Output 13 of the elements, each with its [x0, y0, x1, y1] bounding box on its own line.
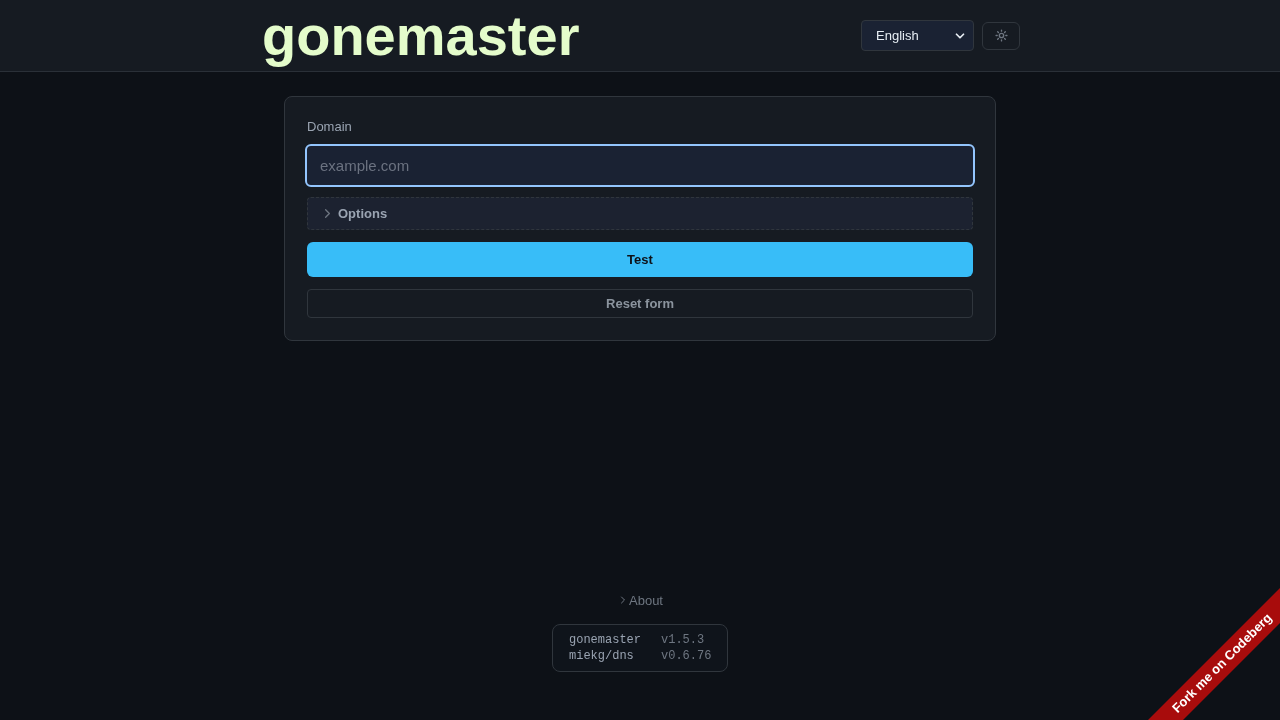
version-number: v0.6.76: [661, 648, 712, 664]
test-button[interactable]: Test: [307, 242, 973, 277]
about-toggle[interactable]: About: [617, 590, 663, 610]
sun-icon: [994, 29, 1008, 42]
version-number: v1.5.3: [661, 632, 706, 648]
domain-input[interactable]: example.com: [305, 144, 975, 187]
domain-label: Domain: [307, 119, 352, 135]
theme-toggle-button[interactable]: [982, 21, 1020, 50]
language-select[interactable]: English: [861, 20, 974, 51]
package-name: gonemaster: [569, 632, 641, 648]
options-toggle[interactable]: Options: [307, 197, 973, 230]
package-name: miekg/dns: [569, 648, 635, 664]
reset-form-button[interactable]: Reset form: [307, 289, 973, 318]
